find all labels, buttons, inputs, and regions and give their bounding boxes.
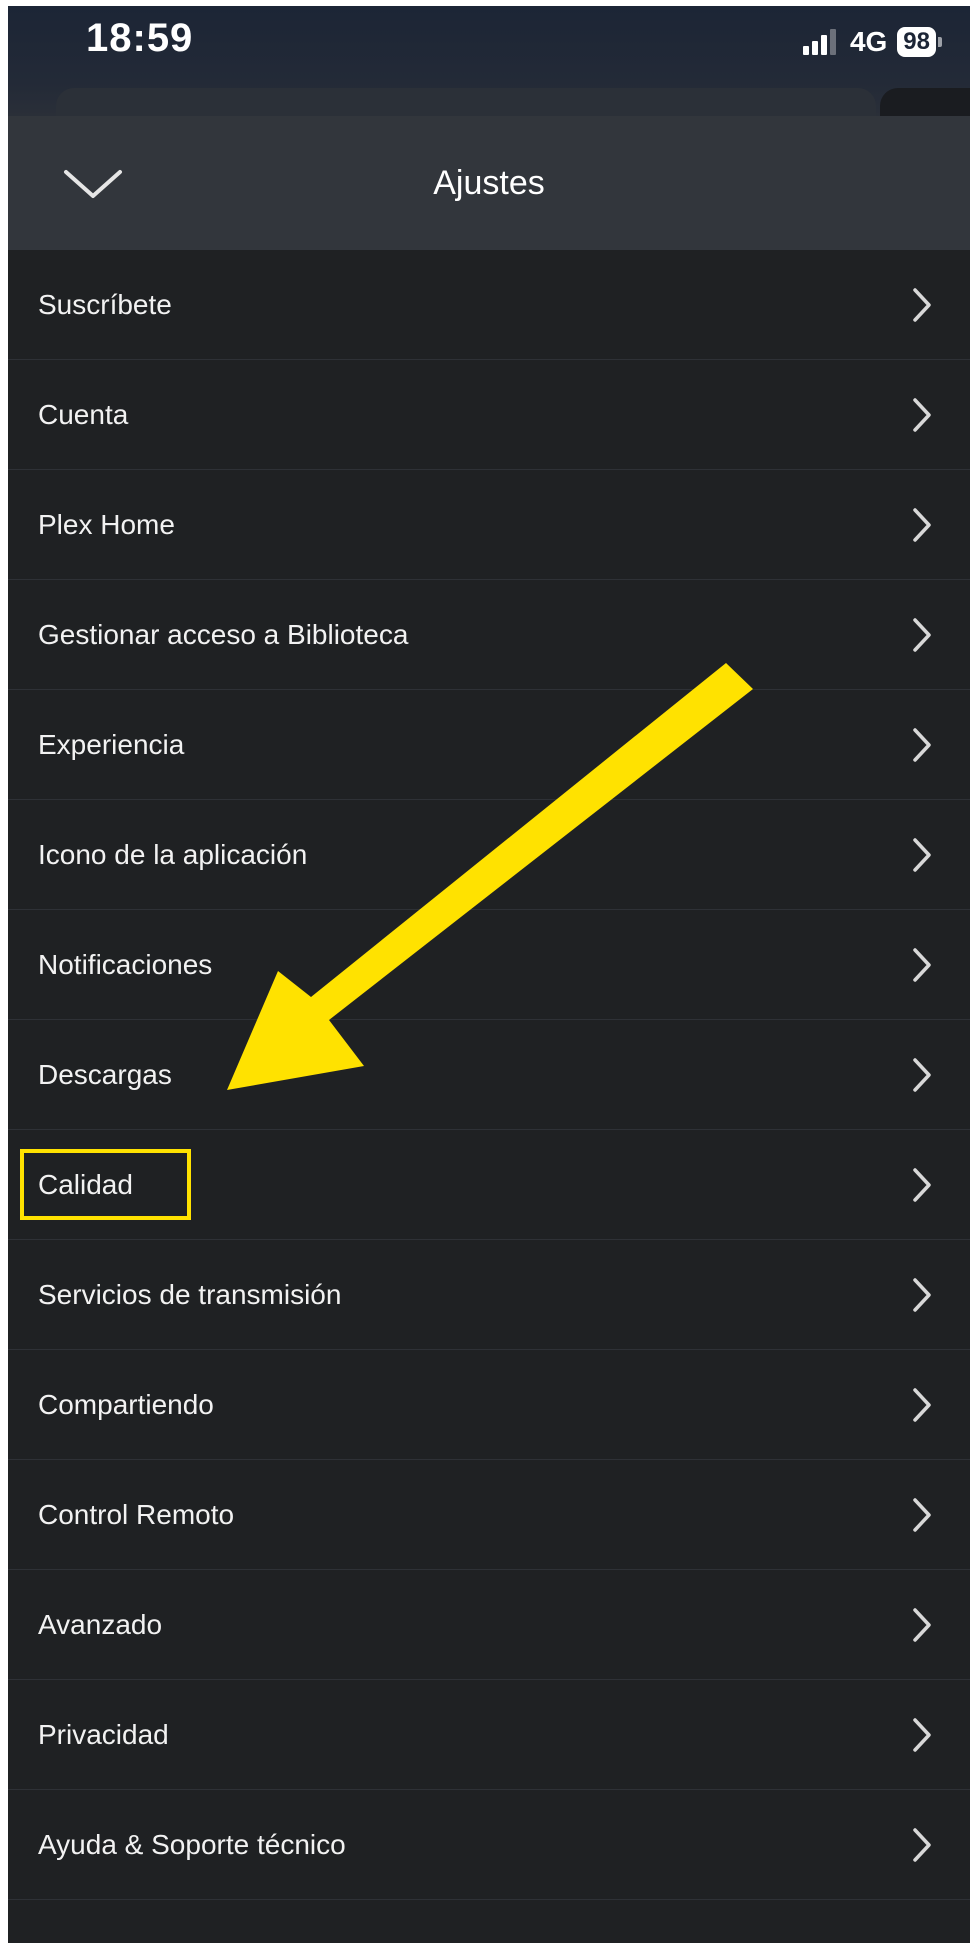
settings-item-streaming-services[interactable]: Servicios de transmisión — [8, 1240, 970, 1350]
chevron-right-icon — [913, 1387, 931, 1422]
settings-item-label: Privacidad — [38, 1718, 169, 1750]
network-label: 4G — [849, 26, 888, 57]
settings-item-calidad[interactable]: Calidad — [8, 1130, 970, 1240]
page-title: Ajustes — [433, 164, 545, 202]
chevron-right-icon — [913, 1167, 931, 1202]
chevron-right-icon — [913, 1827, 931, 1862]
settings-item-label: Compartiendo — [38, 1388, 214, 1420]
chevron-right-icon — [913, 837, 931, 872]
settings-item-privacidad[interactable]: Privacidad — [8, 1680, 970, 1790]
chevron-right-icon — [913, 727, 931, 762]
settings-item-label: Gestionar acceso a Biblioteca — [38, 618, 409, 650]
chevron-right-icon — [913, 1057, 931, 1092]
settings-item-label: Suscríbete — [38, 288, 172, 320]
settings-item-label: Cuenta — [38, 398, 129, 430]
settings-item-app-icon[interactable]: Icono de la aplicación — [8, 800, 970, 910]
chevron-right-icon — [913, 287, 931, 322]
settings-item-label: Servicios de transmisión — [38, 1278, 342, 1310]
settings-item-label: Notificaciones — [38, 948, 213, 980]
settings-header: Ajustes — [8, 116, 970, 250]
settings-item-compartiendo[interactable]: Compartiendo — [8, 1350, 970, 1460]
status-bar: 18:59 4G 98 — [8, 6, 970, 128]
chevron-right-icon — [913, 1277, 931, 1312]
settings-item-plex-home[interactable]: Plex Home — [8, 470, 970, 580]
battery-level: 98 — [897, 27, 936, 57]
settings-item-library-access[interactable]: Gestionar acceso a Biblioteca — [8, 580, 970, 690]
settings-item-label: Icono de la aplicación — [38, 838, 308, 870]
settings-item-label: Plex Home — [38, 508, 175, 540]
settings-item-label: Calidad — [38, 1168, 133, 1200]
settings-item-experiencia[interactable]: Experiencia — [8, 690, 970, 800]
settings-screen: 18:59 4G 98 Ajustes Suscríbete Cuenta Pl… — [8, 6, 970, 1943]
settings-item-help-support[interactable]: Ayuda & Soporte técnico — [8, 1790, 970, 1900]
settings-item-avanzado[interactable]: Avanzado — [8, 1570, 970, 1680]
settings-item-label: Experiencia — [38, 728, 185, 760]
settings-item-label: Ayuda & Soporte técnico — [38, 1828, 346, 1860]
chevron-right-icon — [913, 397, 931, 432]
signal-icon — [802, 29, 836, 55]
settings-item-notificaciones[interactable]: Notificaciones — [8, 910, 970, 1020]
settings-item-suscribete[interactable]: Suscríbete — [8, 250, 970, 360]
chevron-right-icon — [913, 1717, 931, 1752]
settings-item-descargas[interactable]: Descargas — [8, 1020, 970, 1130]
chevron-right-icon — [913, 1497, 931, 1532]
settings-item-label: Avanzado — [38, 1608, 163, 1640]
settings-item-label: Control Remoto — [38, 1498, 235, 1530]
status-time: 18:59 — [86, 16, 194, 60]
settings-list: Suscríbete Cuenta Plex Home Gestionar ac… — [8, 250, 970, 1900]
chevron-right-icon — [913, 947, 931, 982]
chevron-right-icon — [913, 617, 931, 652]
settings-item-label: Descargas — [38, 1058, 172, 1090]
battery-icon: 98 — [897, 27, 942, 57]
chevron-right-icon — [913, 507, 931, 542]
settings-item-cuenta[interactable]: Cuenta — [8, 360, 970, 470]
status-indicators: 4G 98 — [802, 26, 942, 58]
settings-item-control-remoto[interactable]: Control Remoto — [8, 1460, 970, 1570]
chevron-right-icon — [913, 1607, 931, 1642]
